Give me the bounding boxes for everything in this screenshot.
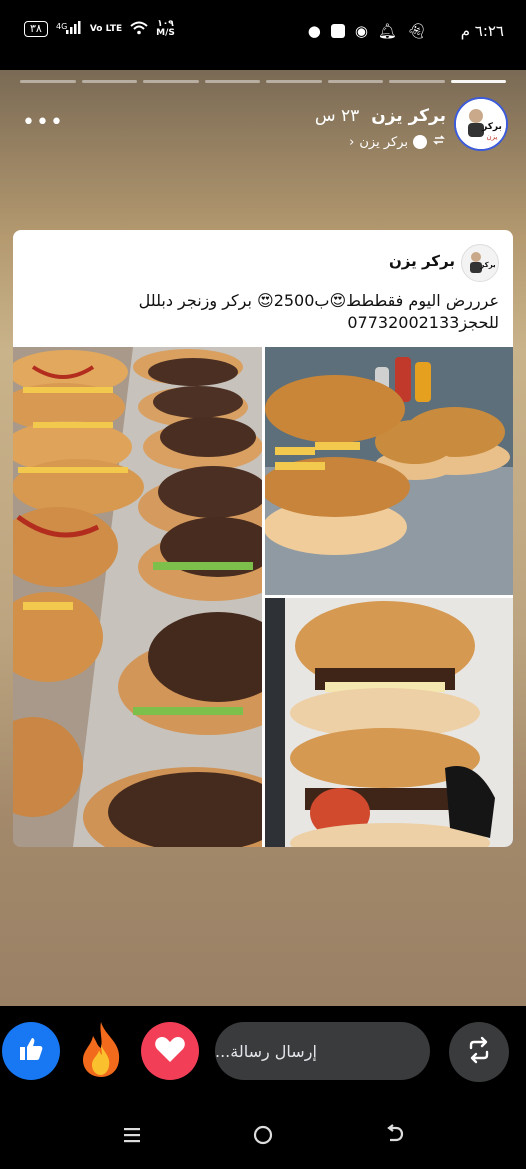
menu-lines-icon <box>122 1125 142 1149</box>
bell-icon: 🔔︎ <box>377 22 397 40</box>
author-name: بركر يزن <box>371 106 446 126</box>
heart-icon <box>154 1035 186 1067</box>
status-left: ٣٨ 4G Vo LTE ١٠٩ M/S <box>24 20 175 38</box>
network-speed: ١٠٩ M/S <box>156 20 175 38</box>
progress-segment <box>204 80 260 83</box>
progress-segment <box>389 80 445 83</box>
svg-text:بركر: بركر <box>479 261 496 269</box>
speed-unit: M/S <box>156 28 175 38</box>
story-viewer[interactable]: بركر يزن بركر يزن ٢٣ س بركر يزن ‹ ••• بر… <box>0 70 526 1006</box>
svg-text:بركر: بركر <box>481 122 502 132</box>
snapchat-icon: 👻︎ <box>406 22 426 40</box>
photo-double-burgers[interactable] <box>265 598 513 847</box>
wifi-icon <box>130 21 148 38</box>
post-photos[interactable] <box>13 347 513 847</box>
progress-segment <box>143 80 199 83</box>
status-bar: ٣٨ 4G Vo LTE ١٠٩ M/S ● ◉ 🔔︎ 👻︎ ٦:٢٦ م <box>0 0 526 66</box>
app-square-icon <box>330 24 345 38</box>
post-text: عرررض اليوم فقططط😍ب2500😍 بركر وزنجر دبلل… <box>29 290 499 334</box>
progress-segment <box>327 80 383 83</box>
shared-from-row[interactable]: بركر يزن ‹ <box>349 133 446 151</box>
message-placeholder: إرسال رسالة... <box>215 1041 317 1061</box>
progress-segment <box>20 80 76 83</box>
recents-button[interactable] <box>112 1122 152 1152</box>
volte-label: Vo LTE <box>89 23 123 34</box>
chevron-left-icon: ‹ <box>349 134 355 150</box>
story-progress <box>20 80 506 83</box>
battery-indicator: ٣٨ <box>24 21 48 37</box>
share-button[interactable] <box>449 1022 509 1082</box>
progress-segment <box>81 80 137 83</box>
photo-zinger-burger[interactable] <box>265 347 513 595</box>
post-text-line1: عرررض اليوم فقططط😍ب2500😍 بركر وزنجر دبلل… <box>138 291 499 310</box>
progress-segment <box>450 80 506 83</box>
love-reaction-button[interactable] <box>141 1022 199 1080</box>
back-arrow-icon <box>384 1124 406 1150</box>
shared-from-name: بركر يزن <box>359 134 408 150</box>
system-nav-bar <box>0 1110 526 1169</box>
shared-post-card[interactable]: بركر بركر يزن عرررض اليوم فقططط😍ب2500😍 ب… <box>13 230 513 847</box>
network-type-text: 4G <box>56 22 67 31</box>
photo-burgers-tray[interactable] <box>13 347 262 847</box>
progress-segment <box>266 80 322 83</box>
signal-icon: 4G <box>56 20 82 38</box>
back-button[interactable] <box>375 1122 415 1152</box>
home-circle-icon <box>252 1124 274 1150</box>
story-time: ٢٣ س <box>314 106 360 126</box>
page-name[interactable]: بركر يزن <box>389 252 455 270</box>
more-options-icon[interactable]: ••• <box>22 110 64 135</box>
thumbs-up-icon <box>16 1034 46 1068</box>
like-reaction-button[interactable] <box>2 1022 60 1080</box>
share-icon-small <box>432 133 446 151</box>
home-button[interactable] <box>243 1122 283 1152</box>
shared-from-avatar <box>413 135 427 149</box>
page-avatar[interactable]: بركر <box>461 244 499 282</box>
whatsapp-icon: ◉ <box>354 22 368 40</box>
fire-reaction-button[interactable] <box>72 1022 130 1080</box>
clock: ٦:٢٦ م <box>460 22 504 40</box>
message-input[interactable]: إرسال رسالة... <box>215 1022 430 1080</box>
fire-icon <box>75 1020 127 1082</box>
messenger-dot-icon: ● <box>307 22 321 40</box>
svg-text:يزن: يزن <box>487 133 498 141</box>
share-repost-icon <box>465 1036 493 1068</box>
author-name-row[interactable]: بركر يزن ٢٣ س <box>315 106 446 126</box>
post-text-line2: للحجز07732002133 <box>347 313 499 332</box>
status-notification-icons: ● ◉ 🔔︎ 👻︎ <box>308 22 426 40</box>
author-avatar[interactable]: بركر يزن <box>454 97 508 151</box>
